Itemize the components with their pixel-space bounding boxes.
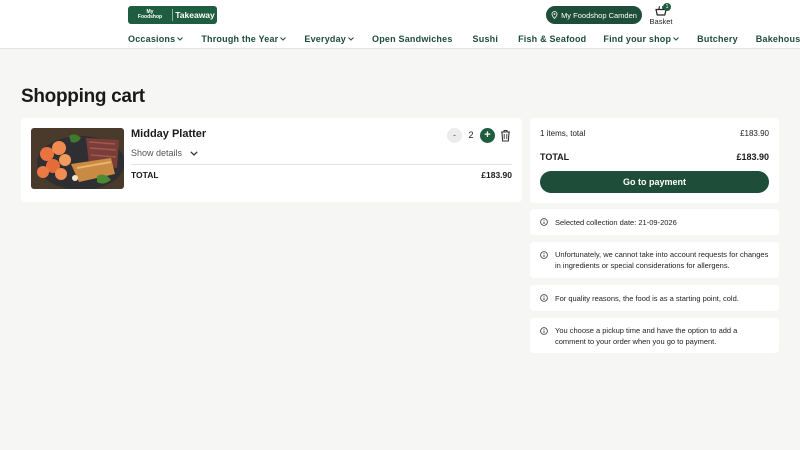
- items-count-label: 1 items, total: [540, 129, 586, 138]
- logo-brand: My Foodshop: [137, 9, 163, 20]
- increase-quantity-button[interactable]: +: [480, 128, 495, 143]
- nav-through-the-year[interactable]: Through the Year: [201, 34, 287, 44]
- basket-label: Basket: [649, 17, 673, 26]
- main-nav: Occasions Through the Year Everyday Open…: [128, 33, 800, 45]
- chevron-down-icon: [348, 37, 354, 41]
- basket-count-badge: 1: [663, 3, 671, 11]
- store-name: My Foodshop Camden: [561, 10, 637, 20]
- item-total-value: £183.90: [481, 170, 512, 180]
- summary-total-label: TOTAL: [540, 152, 570, 162]
- items-subtotal: £183.90: [740, 129, 769, 138]
- nav-open-sandwiches[interactable]: Open Sandwiches: [372, 34, 453, 44]
- page-title: Shopping cart: [21, 86, 145, 107]
- product-name: Midday Platter: [131, 128, 207, 140]
- nav-sushi[interactable]: Sushi: [473, 34, 499, 44]
- nav-everyday[interactable]: Everyday: [304, 34, 354, 44]
- divider: [131, 164, 512, 165]
- chevron-down-icon: [190, 150, 198, 156]
- site-header: My Foodshop Takeaway My Foodshop Camden …: [0, 0, 800, 49]
- info-icon: [540, 251, 548, 259]
- decrease-quantity-button[interactable]: -: [447, 128, 462, 143]
- show-details-toggle[interactable]: Show details: [131, 148, 198, 158]
- nav-fish-seafood[interactable]: Fish & Seafood: [518, 34, 586, 44]
- info-food-temperature: For quality reasons, the food is as a st…: [530, 285, 779, 311]
- info-text: You choose a pickup time and have the op…: [555, 326, 738, 346]
- item-total-label: TOTAL: [131, 170, 159, 180]
- chevron-down-icon: [673, 37, 680, 41]
- info-icon: [540, 218, 548, 226]
- info-collection-date: Selected collection date: 21-09-2026: [530, 209, 779, 235]
- summary-total-value: £183.90: [736, 152, 769, 162]
- logo[interactable]: My Foodshop Takeaway: [128, 6, 217, 24]
- chevron-down-icon: [177, 37, 184, 41]
- cart-item-card: Midday Platter Show details TOTAL £183.9…: [21, 118, 522, 202]
- info-icon: [540, 327, 548, 335]
- info-pickup-time: You choose a pickup time and have the op…: [530, 318, 779, 353]
- nav-find-your-shop[interactable]: Find your shop: [603, 34, 680, 44]
- order-summary-card: 1 items, total £183.90 TOTAL £183.90 Go …: [530, 118, 779, 203]
- info-text: Unfortunately, we cannot take into accou…: [555, 250, 769, 270]
- info-icon: [540, 294, 548, 302]
- info-text: Selected collection date: 21-09-2026: [555, 218, 677, 227]
- info-text: For quality reasons, the food is as a st…: [555, 294, 739, 303]
- location-pin-icon: [551, 11, 558, 19]
- nav-butchery[interactable]: Butchery: [697, 34, 738, 44]
- go-to-payment-button[interactable]: Go to payment: [540, 171, 769, 193]
- quantity-value: 2: [468, 130, 474, 140]
- logo-suffix: Takeaway: [175, 10, 215, 20]
- store-selector-button[interactable]: My Foodshop Camden: [546, 6, 642, 24]
- info-allergens: Unfortunately, we cannot take into accou…: [530, 242, 779, 278]
- nav-bakehouse[interactable]: Bakehouse: [756, 34, 800, 44]
- basket-button[interactable]: 1 Basket: [648, 3, 674, 27]
- trash-icon[interactable]: [500, 129, 511, 142]
- nav-occasions[interactable]: Occasions: [128, 34, 184, 44]
- chevron-down-icon: [280, 37, 287, 41]
- product-image: [31, 128, 124, 189]
